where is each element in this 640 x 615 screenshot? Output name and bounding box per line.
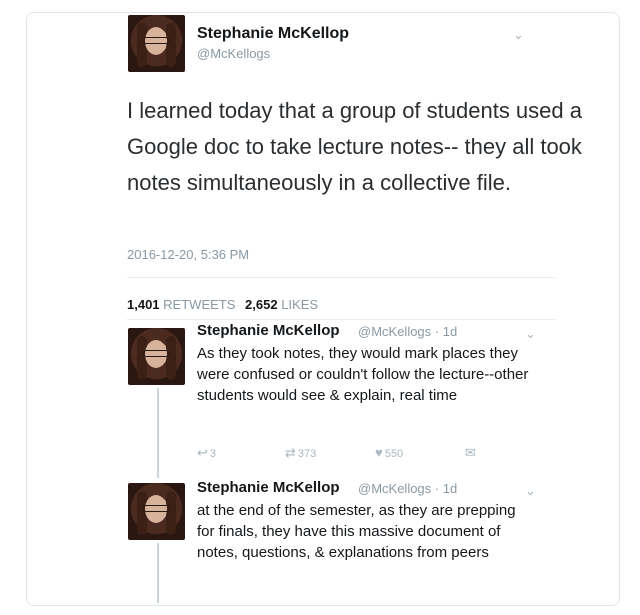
divider [127,277,555,278]
reply-author-name[interactable]: Stephanie McKellop [197,322,340,339]
reply-avatar[interactable] [128,328,185,385]
retweets-label[interactable]: RETWEETS [163,297,235,312]
retweet-icon: ⇄ [285,445,296,460]
dm-button[interactable]: ✉ [465,445,478,461]
author-avatar[interactable] [128,15,185,72]
envelope-icon: ✉ [465,445,476,460]
tweet-card: Stephanie McKellop @McKellogs ⌄ I learne… [26,12,620,606]
heart-icon: ♥ [375,445,383,460]
tweet-stats: 1,401 RETWEETS 2,652 LIKES [127,297,324,312]
thread-line [157,388,159,478]
reply-author-name[interactable]: Stephanie McKellop [197,479,340,496]
reply-avatar[interactable] [128,483,185,540]
author-name[interactable]: Stephanie McKellop [197,25,349,43]
reply-text: As they took notes, they would mark plac… [197,345,529,404]
tweet-text: I learned today that a group of students… [127,98,582,195]
tweet-timestamp[interactable]: 2016-12-20, 5:36 PM [127,247,249,262]
chevron-down-icon[interactable]: ⌄ [525,326,536,342]
divider [127,319,555,320]
reply-button[interactable]: ↩ 3 [197,445,216,461]
reply-icon: ↩ [197,445,208,460]
thread-line [157,543,159,603]
like-button[interactable]: ♥ 550 [375,445,403,460]
chevron-down-icon[interactable]: ⌄ [525,483,536,499]
author-handle[interactable]: @McKellogs [197,46,270,61]
likes-label[interactable]: LIKES [281,297,318,312]
reply-meta[interactable]: @McKellogs · 1d [358,324,457,339]
reply-text: at the end of the semester, as they are … [197,502,516,561]
reply-meta[interactable]: @McKellogs · 1d [358,481,457,496]
retweets-count[interactable]: 1,401 [127,297,160,312]
chevron-down-icon[interactable]: ⌄ [513,27,524,43]
likes-count[interactable]: 2,652 [245,297,278,312]
retweet-button[interactable]: ⇄ 373 [285,445,316,461]
